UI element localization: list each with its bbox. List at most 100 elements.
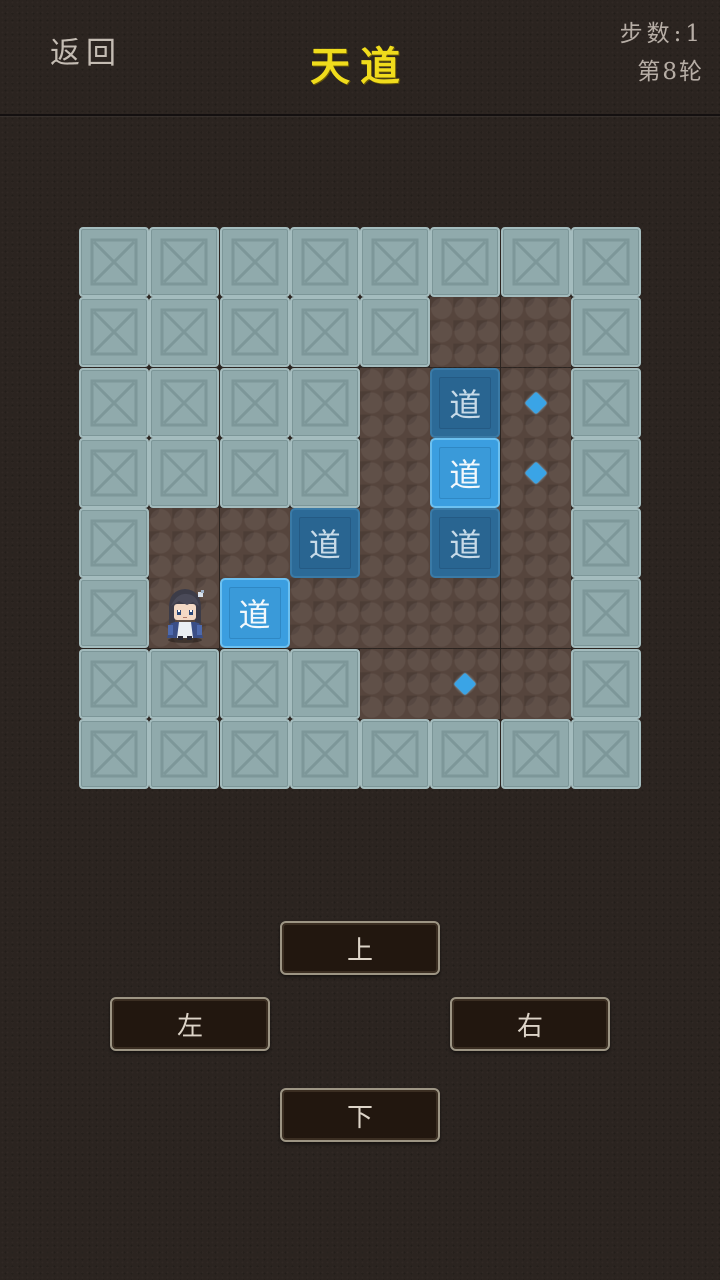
wall-tile [570,578,641,649]
wall-tile [289,227,360,297]
wall-tile [79,508,149,578]
wall-tile [570,297,641,368]
wall-tile [79,718,149,789]
floor-tile [430,578,501,649]
wall-tile [430,718,501,789]
crate-x-icon [90,589,138,637]
crate-x-icon [160,308,208,356]
crate-x-icon [301,660,349,707]
wall-tile [219,437,290,508]
wall-tile [149,297,220,368]
crate-x-icon [90,379,138,426]
crate-x-icon [231,238,278,286]
floor-tile [360,578,430,649]
wall-tile [79,648,149,719]
crate-x-icon [160,730,208,778]
wall-tile [570,437,641,508]
dao-box: 道 [430,508,501,578]
crate-x-icon [582,379,630,426]
wall-tile [149,648,220,719]
wall-tile [149,367,220,438]
wall-tile [360,718,430,789]
dao-box-label: 道 [228,587,281,640]
move-left-button[interactable]: 左 [110,997,270,1051]
floor-tile [500,578,571,649]
floor-tile [360,648,430,719]
wall-tile [79,297,149,368]
floor-tile [500,297,571,368]
crate-x-icon [582,730,630,778]
level-title: 天道 [310,43,410,90]
floor-tile [500,648,571,719]
crate-x-icon [582,589,630,637]
dao-box-on-goal: 道 [430,437,501,508]
player-character-icon [149,578,219,648]
crate-x-icon [231,730,278,778]
wall-tile [219,648,290,719]
wall-tile [570,227,641,297]
wall-tile [289,367,360,438]
wall-tile [149,227,220,297]
floor-tile [430,297,501,368]
floor-tile [219,508,290,578]
floor-tile [500,508,571,578]
crate-x-icon [90,730,138,778]
floor-tile [360,367,430,438]
crate-x-icon [160,238,208,286]
dao-box: 道 [430,367,501,438]
crate-x-icon [582,660,630,707]
wall-tile [149,437,220,508]
floor-tile [289,578,360,649]
wall-tile [219,718,290,789]
wall-tile [570,718,641,789]
crate-x-icon [160,660,208,707]
wall-tile [79,367,149,438]
dao-box-label: 道 [439,376,492,429]
wall-tile [289,718,360,789]
crate-x-icon [90,660,138,707]
crate-x-icon [231,660,278,707]
floor-tile [360,437,430,508]
wall-tile [219,227,290,297]
dao-box: 道 [289,508,360,578]
wall-tile [79,227,149,297]
crate-x-icon [301,449,349,497]
crate-x-icon [90,449,138,497]
crate-x-icon [582,308,630,356]
crate-x-icon [301,730,349,778]
crate-x-icon [582,449,630,497]
crate-x-icon [512,730,559,778]
wall-tile [289,648,360,719]
crate-x-icon [231,308,278,356]
wall-tile [360,227,430,297]
game-board: 道道道道道 [79,227,641,791]
dao-box-label: 道 [298,517,351,569]
wall-tile [219,367,290,438]
top-bar: 返回 天道 步数:1 第8轮 [0,0,720,116]
dao-box-label: 道 [439,446,492,499]
move-up-button[interactable]: 上 [280,921,440,975]
crate-x-icon [301,308,349,356]
wall-tile [570,648,641,719]
wall-tile [500,718,571,789]
wall-tile [79,578,149,649]
wall-tile [570,367,641,438]
dao-box-label: 道 [439,517,492,569]
move-right-button[interactable]: 右 [450,997,610,1051]
crate-x-icon [90,519,138,567]
crate-x-icon [90,238,138,286]
crate-x-icon [512,238,559,286]
crate-x-icon [301,379,349,426]
floor-tile [149,508,220,578]
wall-tile [500,227,571,297]
crate-x-icon [441,730,489,778]
wall-tile [289,437,360,508]
wall-tile [149,718,220,789]
round-indicator: 第8轮 [637,59,704,85]
floor-tile [360,508,430,578]
crate-x-icon [160,379,208,426]
move-down-button[interactable]: 下 [280,1088,440,1142]
dao-box-on-goal: 道 [219,578,290,649]
step-counter: 步数:1 [619,21,704,47]
crate-x-icon [301,238,349,286]
